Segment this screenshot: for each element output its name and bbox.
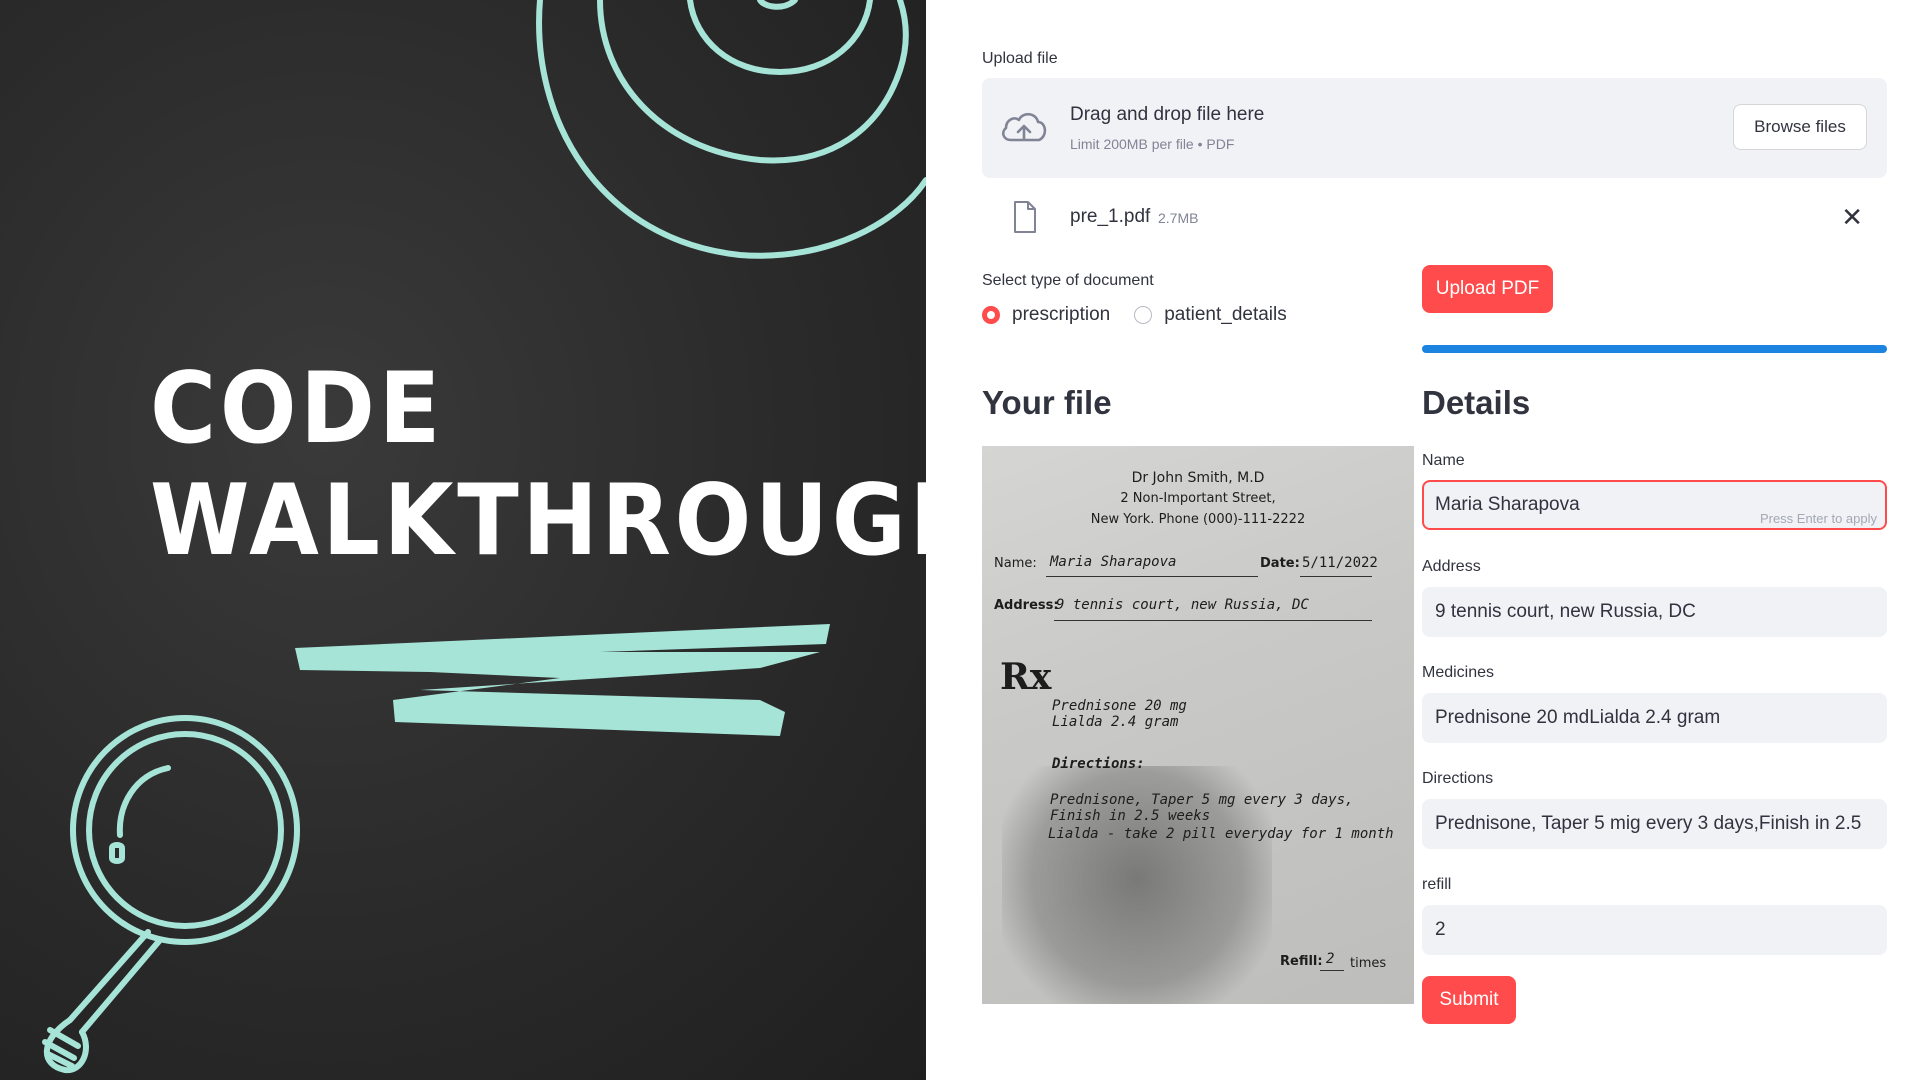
radio-selected-indicator [982,306,1000,324]
title-line-1: CODE [150,352,444,466]
title-line-2: WALKTHROUGH [150,464,926,578]
doc-med-1: Prednisone 20 mg [1052,698,1187,714]
doc-address-value: 9 tennis court, new Russia, DC [1056,597,1309,613]
doc-directions-label: Directions: [1052,756,1145,772]
underline [1320,970,1344,971]
document-icon [1014,201,1036,233]
dropzone-limit: Limit 200MB per file • PDF [1070,136,1235,152]
doc-dir-1: Prednisone, Taper 5 mg every 3 days, [1050,792,1354,808]
radio-label: prescription [1012,304,1111,325]
name-label: Name [1422,452,1465,469]
close-icon[interactable]: ✕ [1841,202,1863,232]
underline [1300,576,1372,577]
your-file-heading: Your file [982,384,1112,421]
uploaded-file-row: pre_1.pdf 2.7MB ✕ [982,196,1887,240]
medicines-label: Medicines [1422,664,1495,681]
doc-name-label: Name: [994,556,1037,571]
file-dropzone[interactable]: Drag and drop file here Limit 200MB per … [982,78,1887,178]
details-heading: Details [1422,384,1531,421]
brush-strokes [295,624,830,736]
chalkboard-panel: CODE WALKTHROUGH [0,0,926,1080]
upload-pdf-button[interactable]: Upload PDF [1422,265,1553,313]
rx-symbol: Rx [1000,656,1052,698]
doc-address-label: Address: [994,598,1059,613]
doc-dir-3: Lialda - take 2 pill everyday for 1 mont… [1048,826,1394,842]
doc-name-value: Maria Sharapova [1050,554,1177,570]
refill-label: refill [1422,876,1452,893]
directions-label: Directions [1422,770,1494,787]
doc-date-label: Date: [1260,556,1300,571]
dropzone-text: Drag and drop file here [1070,104,1265,125]
magnifier-doodle [42,715,300,1074]
doc-type-label: Select type of document [982,272,1154,289]
doc-dir-2: Finish in 2.5 weeks [1050,808,1211,824]
prescription-image: Dr John Smith, M.D 2 Non-Important Stree… [982,446,1414,1004]
file-name: pre_1.pdf [1070,206,1151,227]
underline [1046,576,1258,577]
name-input[interactable]: Maria Sharapova Press Enter to apply [1422,480,1887,530]
progress-fill [1422,345,1887,353]
radio-prescription[interactable]: prescription [982,304,1110,326]
radio-label: patient_details [1164,304,1287,325]
cloud-upload-icon [1001,112,1047,142]
doc-refill-suffix: times [1350,956,1387,971]
doc-refill-value: 2 [1326,951,1335,967]
browse-files-button[interactable]: Browse files [1733,104,1867,150]
name-input-value: Maria Sharapova [1435,494,1580,515]
submit-button[interactable]: Submit [1422,976,1516,1024]
address-input[interactable]: 9 tennis court, new Russia, DC [1422,587,1887,637]
directions-input[interactable]: Prednisone, Taper 5 mig every 3 days,Fin… [1422,799,1887,849]
doc-med-2: Lialda 2.4 gram [1052,714,1179,730]
doc-refill-label: Refill: [1280,954,1323,969]
medicines-input[interactable]: Prednisone 20 mdLialda 2.4 gram [1422,693,1887,743]
radio-patient-details[interactable]: patient_details [1134,304,1287,326]
doc-city: New York. Phone (000)-111-2222 [1090,512,1306,527]
radio-unselected-indicator [1134,306,1153,324]
progress-bar [1422,345,1887,353]
app-panel: Upload file Drag and drop file here Limi… [926,0,1920,1080]
refill-input[interactable]: 2 [1422,905,1887,955]
underline [1054,620,1372,621]
doc-type-radio-group: prescription patient_details [982,304,1311,326]
file-size: 2.7MB [1158,210,1199,226]
doc-doctor: Dr John Smith, M.D [1131,470,1265,486]
upload-label: Upload file [982,50,1058,67]
press-enter-hint: Press Enter to apply [1759,511,1877,526]
address-label: Address [1422,558,1481,575]
spiral-doodle [536,0,926,259]
doc-street: 2 Non-Important Street, [1120,491,1276,506]
doc-date-value: 5/11/2022 [1302,555,1378,571]
